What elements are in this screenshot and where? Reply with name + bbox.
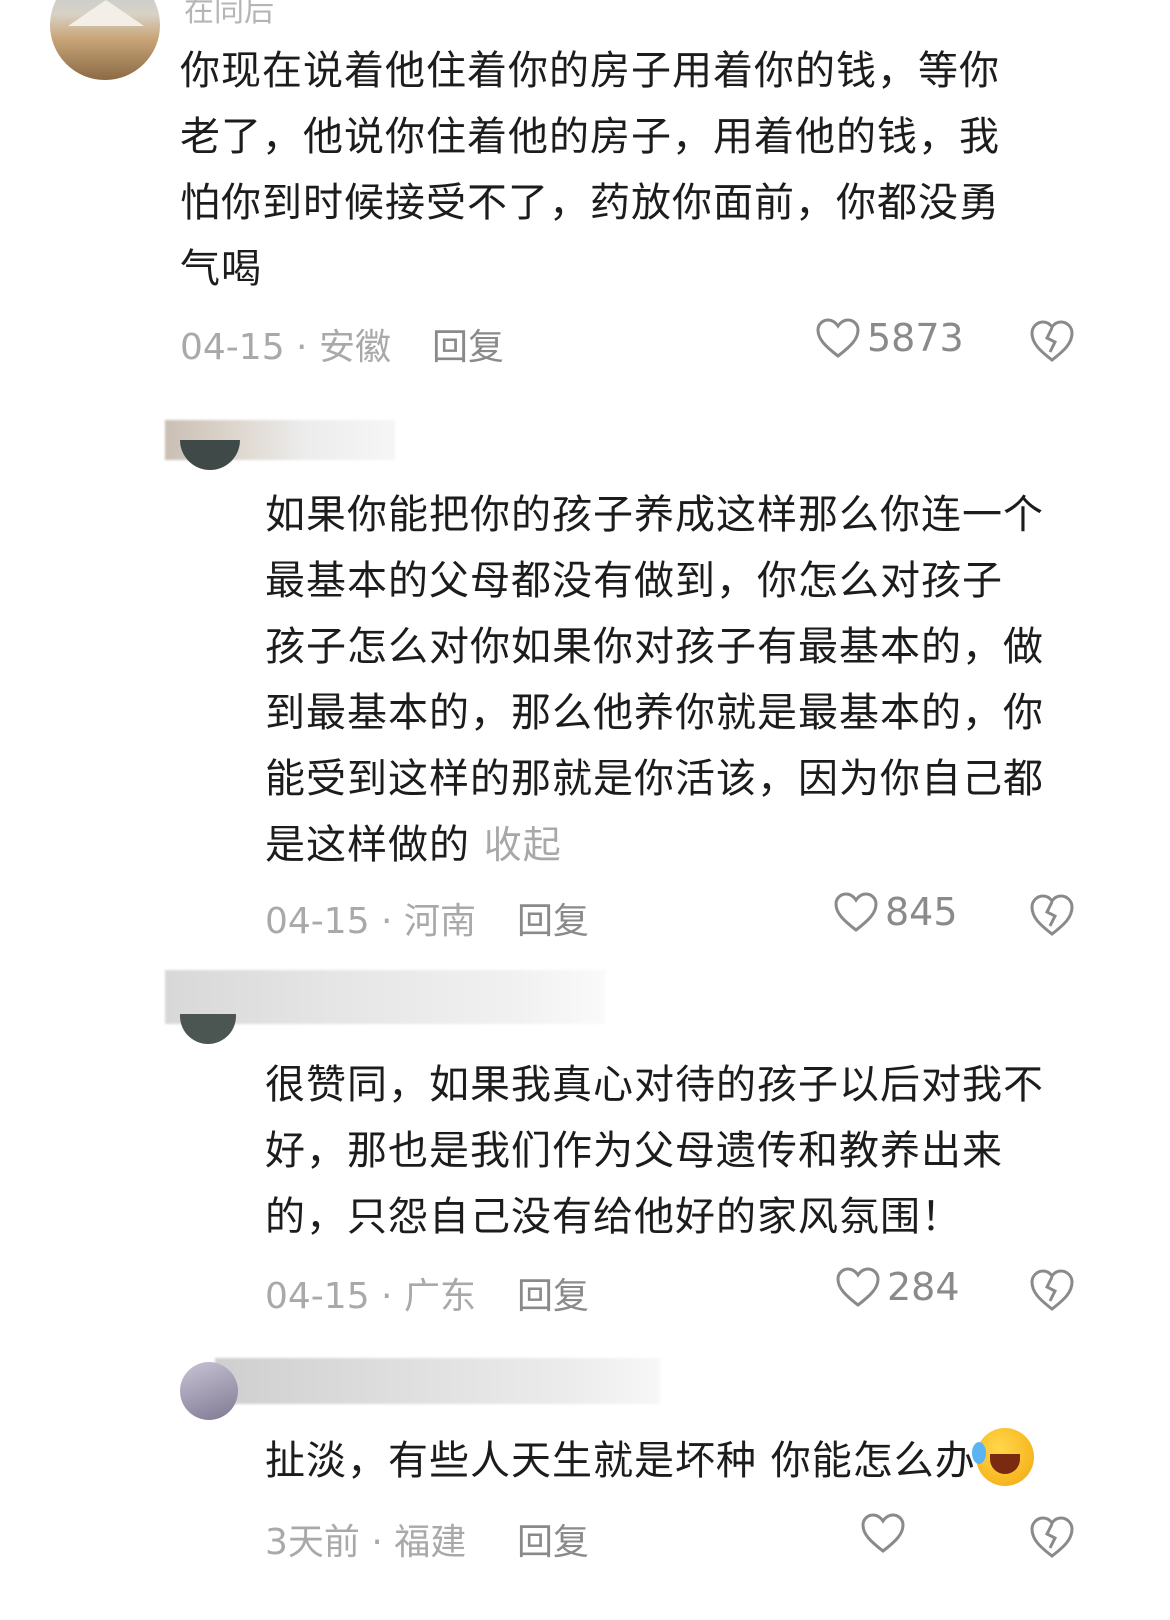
reply-button[interactable]: 回复 (432, 318, 504, 370)
comment-date-location: 3天前 · 福建 (265, 1522, 467, 1563)
username[interactable]: 在同后 (184, 0, 274, 30)
broken-heart-icon[interactable] (1028, 1514, 1076, 1560)
heart-outline-icon (836, 1267, 880, 1307)
reply-button[interactable]: 回复 (517, 892, 589, 944)
user-avatar[interactable] (180, 1362, 238, 1420)
heart-outline-icon (861, 1513, 905, 1553)
like-count: 284 (887, 1265, 960, 1309)
broken-heart-icon[interactable] (1028, 318, 1076, 364)
broken-heart-icon[interactable] (1028, 892, 1076, 938)
like-button[interactable] (860, 1512, 912, 1554)
user-avatar[interactable] (50, 0, 160, 80)
reply-button[interactable]: 回复 (517, 1513, 589, 1565)
like-button[interactable]: 5873 (815, 316, 964, 360)
comment-text: 很赞同，如果我真心对待的孩子以后对我不 好，那也是我们作为父母遗传和教养出来 的… (265, 1062, 1044, 1240)
collapse-link[interactable]: 收起 (484, 823, 562, 867)
like-button[interactable]: 845 (833, 890, 958, 934)
comment-date-location: 04-15 · 安徽 (180, 327, 391, 368)
user-avatar[interactable] (180, 440, 240, 470)
comment-date-location: 04-15 · 广东 (265, 1276, 476, 1317)
comment-text: 你现在说着他住着你的房子用着你的钱，等你 老了，他说你住着他的房子，用着他的钱，… (180, 48, 1000, 292)
user-avatar[interactable] (180, 1014, 236, 1044)
comment-text: 如果你能把你的孩子养成这样那么你连一个 最基本的父母都没有做到，你怎么对孩子 孩… (265, 492, 1044, 868)
like-count: 845 (885, 890, 958, 934)
comment-date-location: 04-15 · 河南 (265, 901, 476, 942)
heart-outline-icon (816, 318, 860, 358)
heart-outline-icon (834, 892, 878, 932)
blurred-username (215, 1358, 660, 1404)
like-button[interactable]: 284 (835, 1265, 960, 1309)
broken-heart-icon[interactable] (1028, 1267, 1076, 1313)
comment-text: 扯淡，有些人天生就是坏种 你能怎么办 (265, 1428, 1145, 1494)
like-count: 5873 (867, 316, 964, 360)
reply-button[interactable]: 回复 (517, 1267, 589, 1319)
crying-laughing-emoji (971, 1428, 1034, 1486)
